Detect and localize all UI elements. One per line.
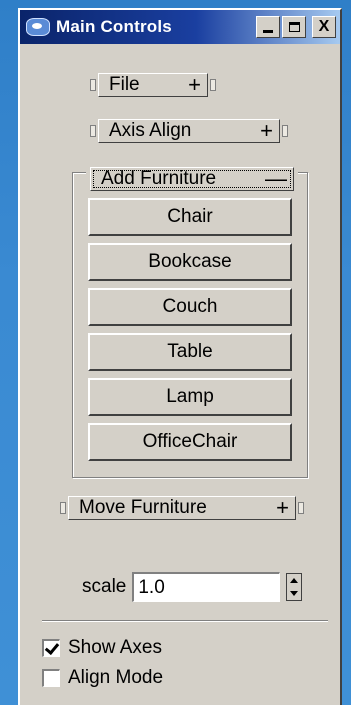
rollout-cap-left [90,79,96,91]
rollout-cap-right [282,125,288,137]
close-button[interactable]: X [312,16,336,38]
file-rollout-label: File [109,74,140,95]
add-furniture-header: Add Furniture — [86,166,298,192]
chair-button[interactable]: Chair [88,198,292,236]
rollout-file: File + [90,72,216,98]
rollout-axis-align: Axis Align + [90,118,288,144]
rollout-cap-left [90,125,96,137]
rollout-cap-right [298,502,304,514]
rollout-cap-right [210,79,216,91]
maximize-icon [288,22,300,32]
bookcase-button[interactable]: Bookcase [88,243,292,281]
rollout-cap-left [60,502,66,514]
scale-row: scale [82,572,303,602]
align-mode-checkbox[interactable] [42,669,60,687]
maximize-button[interactable] [282,16,306,38]
add-furniture-rollout-label: Add Furniture [101,168,217,189]
move-furniture-rollout-label: Move Furniture [79,497,207,518]
collapse-icon: — [265,166,287,191]
divider [42,620,328,622]
spin-up-icon[interactable] [290,578,299,583]
file-rollout-button[interactable]: File + [98,73,208,97]
scale-input[interactable] [132,572,281,602]
move-furniture-rollout-button[interactable]: Move Furniture + [68,496,296,520]
align-mode-label: Align Mode [68,667,164,688]
title-bar-buttons: X [256,16,336,38]
minimize-button[interactable] [256,16,280,38]
spin-down-icon[interactable] [290,591,299,596]
officechair-button[interactable]: OfficeChair [88,423,292,461]
window-title: Main Controls [56,17,172,36]
table-button[interactable]: Table [88,333,292,371]
close-icon: X [318,18,330,35]
axis-align-rollout-label: Axis Align [109,120,192,141]
main-controls-window: Main Controls X File + Axis Align + Add … [18,8,342,705]
lamp-button[interactable]: Lamp [88,378,292,416]
show-axes-label: Show Axes [68,637,162,658]
scale-label: scale [82,576,127,597]
rollout-move-furniture: Move Furniture + [60,495,304,521]
minimize-icon [263,30,273,33]
show-axes-row[interactable]: Show Axes [42,636,162,660]
couch-button[interactable]: Couch [88,288,292,326]
scale-spinner[interactable] [286,573,303,601]
expand-icon: + [276,495,289,520]
add-furniture-rollout-button[interactable]: Add Furniture — [90,167,294,191]
align-mode-row[interactable]: Align Mode [42,666,163,690]
title-bar[interactable]: Main Controls X [20,10,340,44]
app-icon [26,18,50,36]
axis-align-rollout-button[interactable]: Axis Align + [98,119,280,143]
expand-icon: + [188,72,201,97]
show-axes-checkbox[interactable] [42,639,60,657]
expand-icon: + [260,118,273,143]
